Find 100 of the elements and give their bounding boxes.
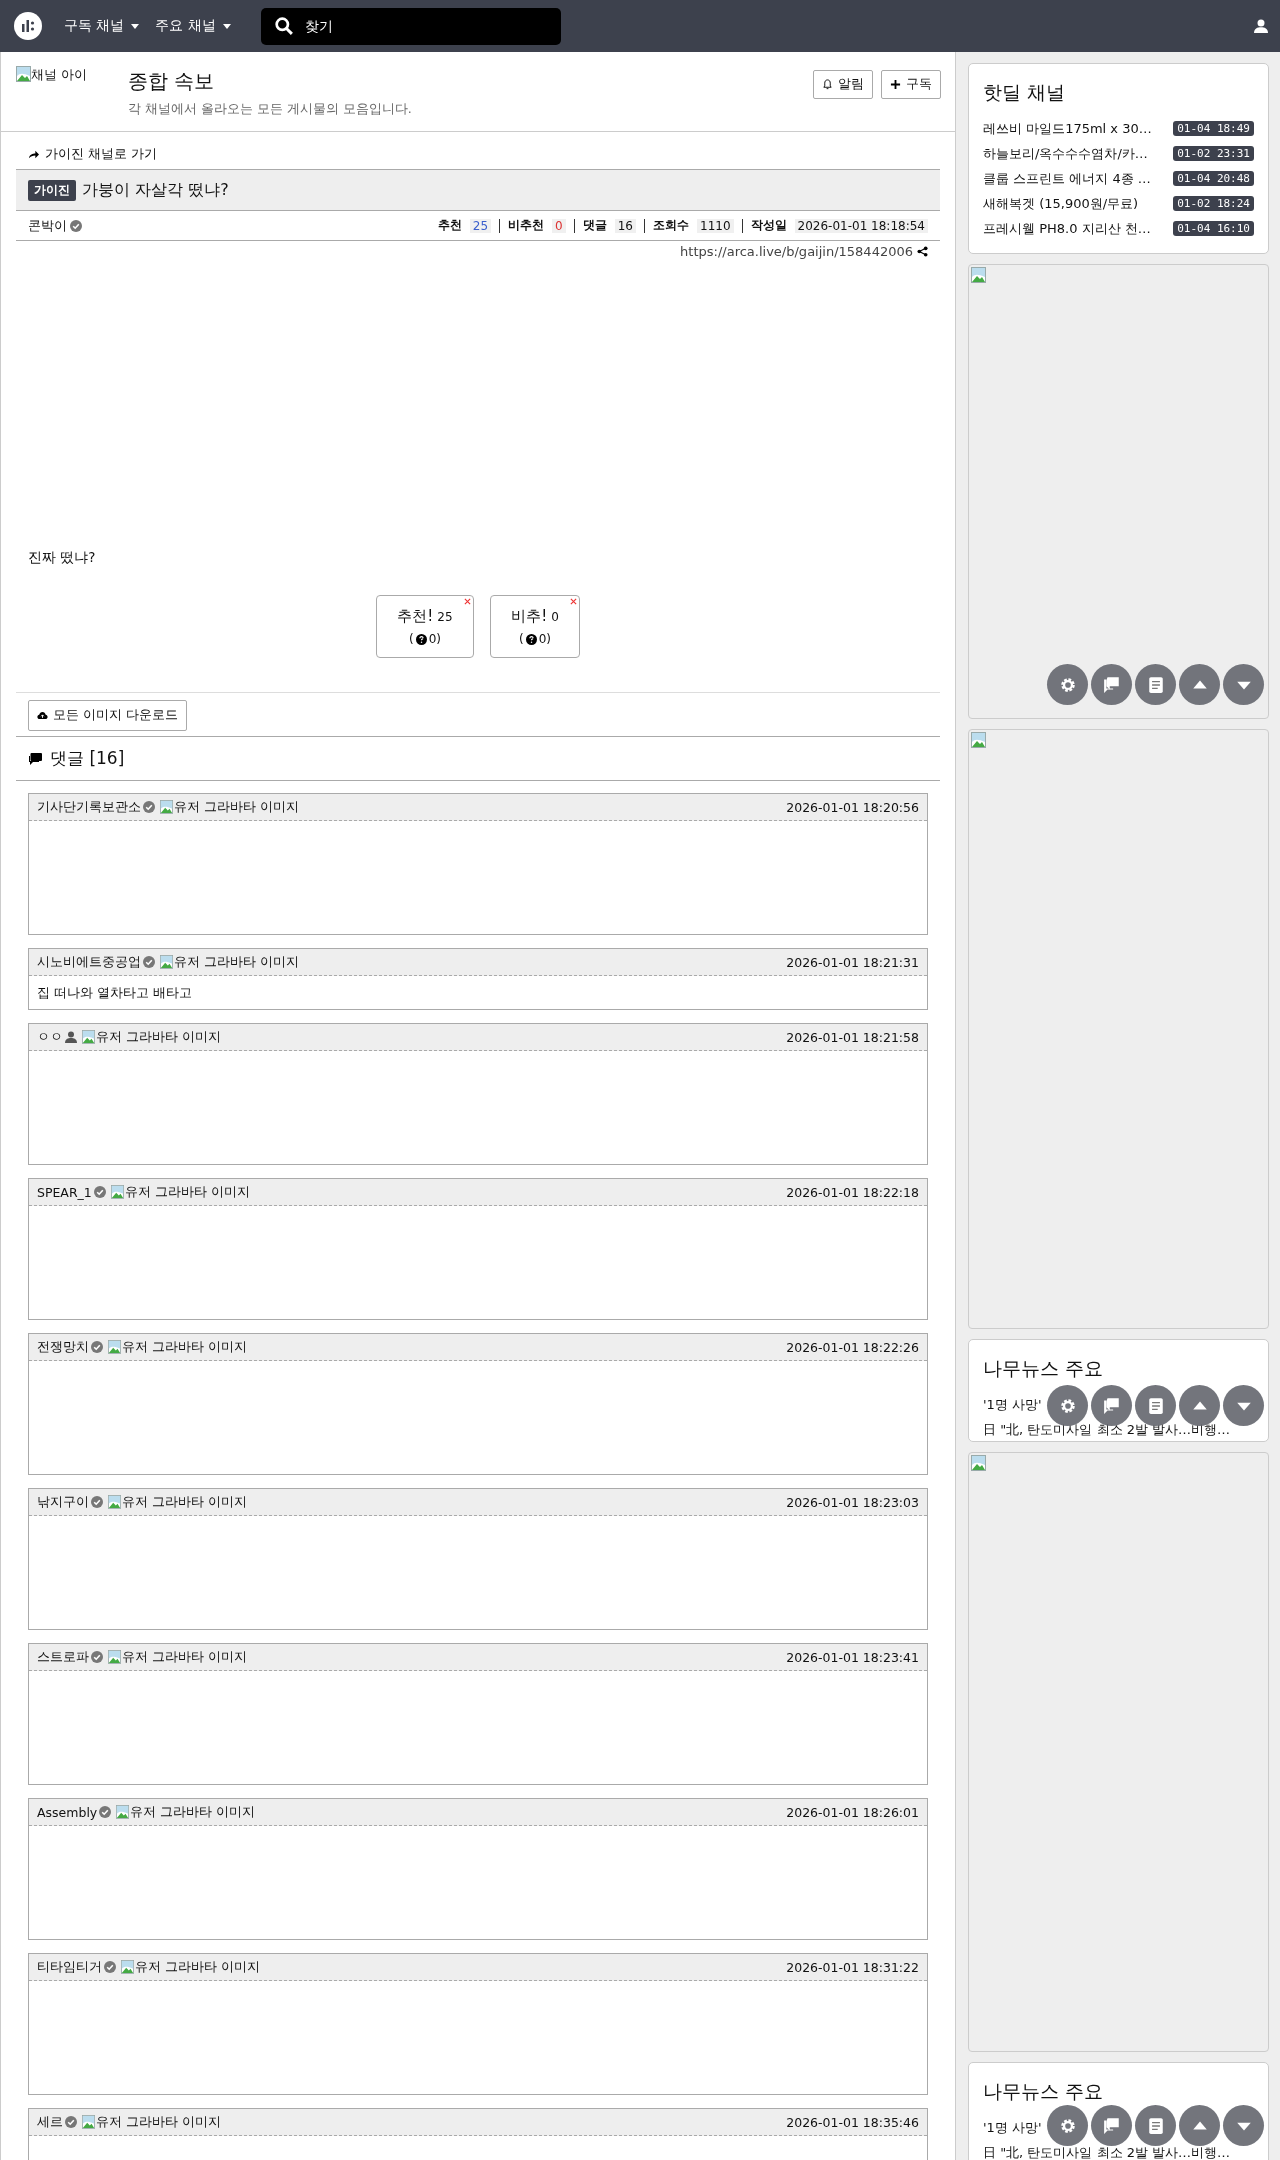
comment-time: 2026-01-01 18:21:31 <box>786 954 919 970</box>
document-icon <box>1146 2116 1165 2135</box>
user-icon <box>1254 19 1268 33</box>
stat-value: 25 <box>469 218 492 233</box>
deal-link[interactable]: 레쓰비 마일드175ml x 30… <box>983 119 1152 138</box>
downvote-button[interactable]: 비추! 0 ( 0) <box>490 595 580 658</box>
stat-label: 비추천 <box>508 217 545 234</box>
comment-author[interactable]: 티타임티거 <box>37 1958 102 1976</box>
nav-menu[interactable]: 구독 채널 <box>64 17 148 35</box>
verified-icon <box>143 801 155 813</box>
verified-icon <box>143 956 155 968</box>
comment-author[interactable]: 전쟁망치 <box>37 1338 89 1356</box>
question-icon <box>415 633 427 645</box>
upvote-button[interactable]: 추천! 25 ( 0) <box>376 595 474 658</box>
comment-author[interactable]: 세르 <box>37 2113 63 2131</box>
deal-time: 01-02 18:24 <box>1173 196 1254 211</box>
avatar-image: 유저 그라바타 이미지 <box>108 1648 247 1666</box>
settings-icon <box>1058 1396 1077 1415</box>
plus-icon <box>890 79 901 90</box>
deal-link[interactable]: 프레시웰 PH8.0 지리산 천… <box>983 219 1151 238</box>
subscribe-button[interactable]: 구독 <box>881 70 941 99</box>
avatar-image: 유저 그라바타 이미지 <box>82 2113 221 2131</box>
post-body-text: 진짜 떴냐? <box>27 549 97 567</box>
avatar-image: 유저 그라바타 이미지 <box>160 953 299 971</box>
share-icon <box>917 246 928 257</box>
broken-image-icon <box>116 1805 130 1819</box>
broken-image-icon <box>110 1185 124 1199</box>
caret-icon <box>131 23 140 29</box>
deal-link[interactable]: 하늘보리/옥수수수염차/카… <box>983 144 1148 163</box>
author-name[interactable]: 콘박이 <box>28 216 67 235</box>
comment-author[interactable]: 시노비에트중공업 <box>37 953 141 971</box>
avatar-image: 유저 그라바타 이미지 <box>121 1958 260 1976</box>
nav-menu[interactable]: 주요 채널 <box>155 17 239 35</box>
deal-time: 01-02 23:31 <box>1173 146 1254 161</box>
document-icon <box>1146 1396 1165 1415</box>
user-icon <box>65 1031 77 1043</box>
deal-time: 01-04 20:48 <box>1173 171 1254 186</box>
news-link[interactable]: 日 "北, 탄도미사일 최소 2발 발사…비행… <box>983 1420 1231 1439</box>
avatar-image: 유저 그라바타 이미지 <box>108 1493 247 1511</box>
avatar-image: 유저 그라바타 이미지 <box>116 1803 256 1821</box>
question-icon <box>525 633 537 645</box>
comment-time: 2026-01-01 18:22:26 <box>786 1339 919 1355</box>
broken-image-icon <box>82 1030 95 1044</box>
comment-author[interactable]: SPEAR_1 <box>37 1184 92 1200</box>
document-icon <box>1146 675 1165 694</box>
search-icon <box>274 16 293 35</box>
search-field[interactable]: 찾기 <box>260 7 561 45</box>
broken-image-icon <box>971 732 986 748</box>
comment-time: 2026-01-01 18:35:46 <box>786 2114 919 2130</box>
broken-image-icon <box>160 955 173 969</box>
stat-value: 16 <box>614 218 636 233</box>
card-title: 핫딜 채널 <box>983 80 1067 105</box>
comment-time: 2026-01-01 18:23:03 <box>786 1494 919 1510</box>
comments-icon <box>1102 675 1121 694</box>
comment-author[interactable]: 기사단기록보관소 <box>37 798 141 816</box>
verified-icon <box>65 2116 77 2128</box>
settings-icon <box>1058 2116 1077 2135</box>
comment-text: 집 떠나와 열차타고 배타고 <box>37 983 193 1002</box>
news-link[interactable]: '1명 사망' <box>983 1395 1042 1414</box>
stat-label: 댓글 <box>582 217 607 234</box>
channel-icon: 채널 아이 <box>16 66 114 84</box>
verified-icon <box>91 1651 103 1663</box>
stat-value: 2026-01-01 18:18:54 <box>794 218 928 233</box>
avatar-image: 유저 그라바타 이미지 <box>110 1183 250 1201</box>
caret-icon <box>222 23 231 29</box>
verified-icon <box>91 1496 103 1508</box>
comment-time: 2026-01-01 18:20:56 <box>786 799 919 815</box>
comments-icon <box>1102 2116 1121 2135</box>
deal-link[interactable]: 클룹 스프린트 에너지 4종 … <box>983 169 1151 188</box>
share-arrow-icon <box>28 148 39 160</box>
channel-link[interactable]: 가이진 채널로 가기 <box>16 132 940 169</box>
news-link[interactable]: 日 "北, 탄도미사일 최소 2발 발사…비행… <box>983 2143 1231 2160</box>
comment-time: 2026-01-01 18:26:01 <box>786 1804 919 1820</box>
comment-author[interactable]: ㅇㅇ <box>37 1028 63 1046</box>
verified-icon <box>93 1186 106 1198</box>
comment-author[interactable]: Assembly <box>37 1804 98 1820</box>
comment-author[interactable]: 낚지구이 <box>37 1493 89 1511</box>
avatar-image: 유저 그라바타 이미지 <box>160 798 299 816</box>
verified-icon <box>104 1961 116 1973</box>
download-images-button[interactable]: 모든 이미지 다운로드 <box>28 700 187 731</box>
stat-label: 작성일 <box>750 217 787 234</box>
card-title: 나무뉴스 주요 <box>983 2079 1105 2104</box>
stat-label: 추천 <box>437 217 462 234</box>
broken-image-icon <box>82 2115 95 2129</box>
bell-icon <box>822 79 833 90</box>
alarm-button[interactable]: 알림 <box>813 70 873 99</box>
news-link[interactable]: '1명 사망' <box>983 2118 1042 2137</box>
comment-author[interactable]: 스트로파 <box>37 1648 89 1666</box>
broken-image-icon <box>108 1495 121 1509</box>
post-url[interactable]: https://arca.live/b/gaijin/158442006 <box>680 244 913 259</box>
deal-link[interactable]: 새해복겟 (15,900원/무료) <box>983 194 1139 213</box>
logo-icon[interactable] <box>14 12 42 40</box>
broken-image-icon <box>971 267 986 283</box>
deal-time: 01-04 18:49 <box>1173 121 1254 136</box>
verified-icon <box>99 1806 112 1818</box>
broken-image-icon <box>108 1340 121 1354</box>
comment-time: 2026-01-01 18:22:18 <box>786 1184 919 1200</box>
broken-image-icon <box>121 1960 134 1974</box>
stat-label: 조회수 <box>653 217 689 234</box>
post-title: 가붕이 자살각 떴냐? <box>82 179 229 201</box>
